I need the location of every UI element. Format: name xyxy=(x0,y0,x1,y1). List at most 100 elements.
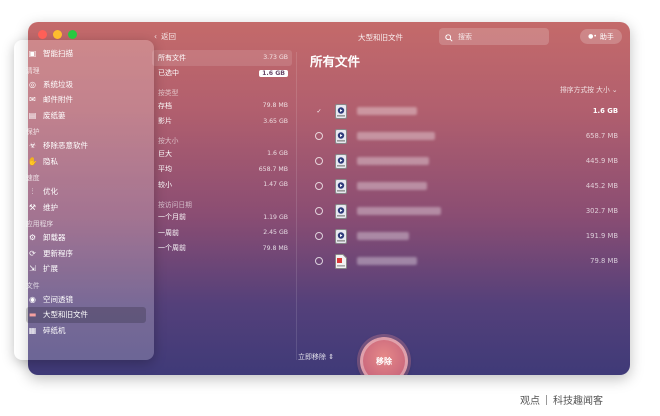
sidebar-item-label: 优化 xyxy=(43,187,58,197)
file-name-redacted xyxy=(357,132,435,140)
remove-mode-selector[interactable]: 立即移除 ⇕ xyxy=(298,352,334,362)
search-input[interactable] xyxy=(458,32,538,41)
system-junk-icon: ◎ xyxy=(29,79,36,89)
row-checkbox[interactable] xyxy=(315,232,323,240)
table-row[interactable]: 191.9 MB xyxy=(312,224,622,248)
sidebar-item-label: 废纸篓 xyxy=(43,110,66,120)
table-row[interactable]: ✓ 1.6 GB xyxy=(312,99,622,123)
table-row[interactable]: 79.8 MB xyxy=(312,249,622,273)
search-box[interactable] xyxy=(439,28,549,45)
extensions-icon: ⇲ xyxy=(29,264,36,274)
selected-size-badge: 1.6 GB xyxy=(259,69,288,77)
remove-button[interactable]: 移除 xyxy=(360,337,408,375)
row-checkbox[interactable] xyxy=(315,132,323,140)
file-name-redacted xyxy=(357,232,409,240)
filter-label: 影片 xyxy=(158,117,172,126)
panel-divider xyxy=(296,52,297,360)
filter-label: 一个周前 xyxy=(158,244,186,253)
sort-dropdown[interactable]: 排序方式按 大小 ⌄ xyxy=(560,84,618,94)
filter-average[interactable]: 平均 658.7 MB xyxy=(152,162,292,178)
sidebar-item-trash[interactable]: ▤ 废纸篓 xyxy=(26,108,146,124)
filter-label: 已选中 xyxy=(158,69,179,78)
sidebar-item-label: 隐私 xyxy=(43,156,58,166)
sidebar-item-updater[interactable]: ⟳ 更新程序 xyxy=(26,246,146,262)
filter-month-ago[interactable]: 一个月前 1.19 GB xyxy=(152,210,292,226)
filter-label: 巨大 xyxy=(158,149,172,158)
minimize-button[interactable] xyxy=(53,30,62,39)
file-name-redacted xyxy=(357,182,427,190)
sidebar-item-label: 智能扫描 xyxy=(43,49,73,59)
sidebar-item-privacy[interactable]: ✋ 隐私 xyxy=(26,154,146,170)
filter-value: 3.73 GB xyxy=(263,54,288,62)
filter-value: 79.8 MB xyxy=(262,102,288,110)
sliders-icon: ⫶ xyxy=(31,186,34,196)
close-button[interactable] xyxy=(38,30,47,39)
sidebar-section-title: 应用程序 xyxy=(26,220,54,228)
video-file-icon xyxy=(335,178,347,194)
file-size: 1.6 GB xyxy=(592,107,618,115)
filter-label: 一个月前 xyxy=(158,213,186,222)
hand-icon: ✋ xyxy=(27,156,38,166)
video-file-icon xyxy=(335,103,347,119)
filter-value: 1.19 GB xyxy=(263,213,288,221)
sidebar-section-title: 清理 xyxy=(26,66,40,75)
file-size: 302.7 MB xyxy=(585,207,618,215)
sidebar-item-maintenance[interactable]: ⚒ 维护 xyxy=(26,200,146,216)
sidebar-section-title: 速度 xyxy=(26,174,40,182)
sidebar-item-large-old-files[interactable]: ▬ 大型和旧文件 xyxy=(26,307,146,323)
table-row[interactable]: 658.7 MB xyxy=(312,124,622,148)
filter-a-week-ago[interactable]: 一个周前 79.8 MB xyxy=(152,241,292,257)
sidebar-item-smart-scan[interactable]: ▣ 智能扫描 xyxy=(26,46,146,62)
table-row[interactable]: 445.9 MB xyxy=(312,149,622,173)
wrench-icon: ⚒ xyxy=(28,202,37,212)
row-checkbox[interactable]: ✓ xyxy=(315,107,323,115)
filter-huge[interactable]: 巨大 1.6 GB xyxy=(152,146,292,162)
back-button[interactable]: ‹ 返回 xyxy=(154,31,176,42)
filter-all-files[interactable]: 所有文件 3.73 GB xyxy=(152,50,292,66)
filter-section-title: 按类型 xyxy=(158,89,179,97)
sidebar-item-label: 扩展 xyxy=(43,264,58,274)
sidebar-item-space-lens[interactable]: ◉ 空间透镜 xyxy=(26,292,146,308)
filter-small[interactable]: 较小 1.47 GB xyxy=(152,177,292,193)
sidebar-item-uninstaller[interactable]: ⚙ 卸载器 xyxy=(26,230,146,246)
filter-label: 一周前 xyxy=(158,228,179,237)
sidebar-item-extensions[interactable]: ⇲ 扩展 xyxy=(26,261,146,277)
watermark: 观点 科技趣闻客 xyxy=(520,392,603,407)
trash-icon: ▤ xyxy=(28,110,37,120)
row-checkbox[interactable] xyxy=(315,207,323,215)
video-file-icon xyxy=(335,228,347,244)
filter-archives[interactable]: 存档 79.8 MB xyxy=(152,98,292,114)
sidebar-item-malware-removal[interactable]: ☣ 移除恶意软件 xyxy=(26,138,146,154)
filter-value: 79.8 MB xyxy=(262,244,288,252)
assistant-button[interactable]: ●• 助手 xyxy=(580,29,622,44)
chevron-left-icon: ‹ xyxy=(154,32,157,41)
zoom-button[interactable] xyxy=(68,30,77,39)
row-checkbox[interactable] xyxy=(315,257,323,265)
filter-selected[interactable]: 已选中 1.6 GB xyxy=(152,66,292,82)
row-checkbox[interactable] xyxy=(315,182,323,190)
filter-label: 较小 xyxy=(158,180,172,189)
filter-movies[interactable]: 影片 3.65 GB xyxy=(152,114,292,130)
filter-label: 平均 xyxy=(158,165,172,174)
sidebar-item-label: 空间透镜 xyxy=(43,294,73,304)
archive-file-icon xyxy=(335,253,347,269)
table-row[interactable]: 445.2 MB xyxy=(312,174,622,198)
filter-value: 658.7 MB xyxy=(258,165,288,173)
sidebar-item-mail-attachments[interactable]: ✉ 邮件附件 xyxy=(26,92,146,108)
watermark-left: 观点 xyxy=(520,396,540,407)
filter-week-ago[interactable]: 一周前 2.45 GB xyxy=(152,225,292,241)
assistant-label: 助手 xyxy=(599,32,614,41)
file-size: 445.9 MB xyxy=(585,157,618,165)
search-icon xyxy=(445,27,453,46)
sidebar-item-system-junk[interactable]: ◎ 系统垃圾 xyxy=(26,77,146,93)
window-title: 大型和旧文件 xyxy=(358,33,403,42)
updater-icon: ⟳ xyxy=(29,248,36,258)
sidebar-item-label: 卸载器 xyxy=(43,233,66,243)
file-name-redacted xyxy=(357,257,417,265)
sidebar-item-label: 移除恶意软件 xyxy=(43,141,88,151)
sidebar-item-optimization[interactable]: ⫶ 优化 xyxy=(26,184,146,200)
row-checkbox[interactable] xyxy=(315,157,323,165)
sidebar-item-shredder[interactable]: ▦ 碎纸机 xyxy=(26,323,146,339)
file-size: 445.2 MB xyxy=(585,182,618,190)
table-row[interactable]: 302.7 MB xyxy=(312,199,622,223)
